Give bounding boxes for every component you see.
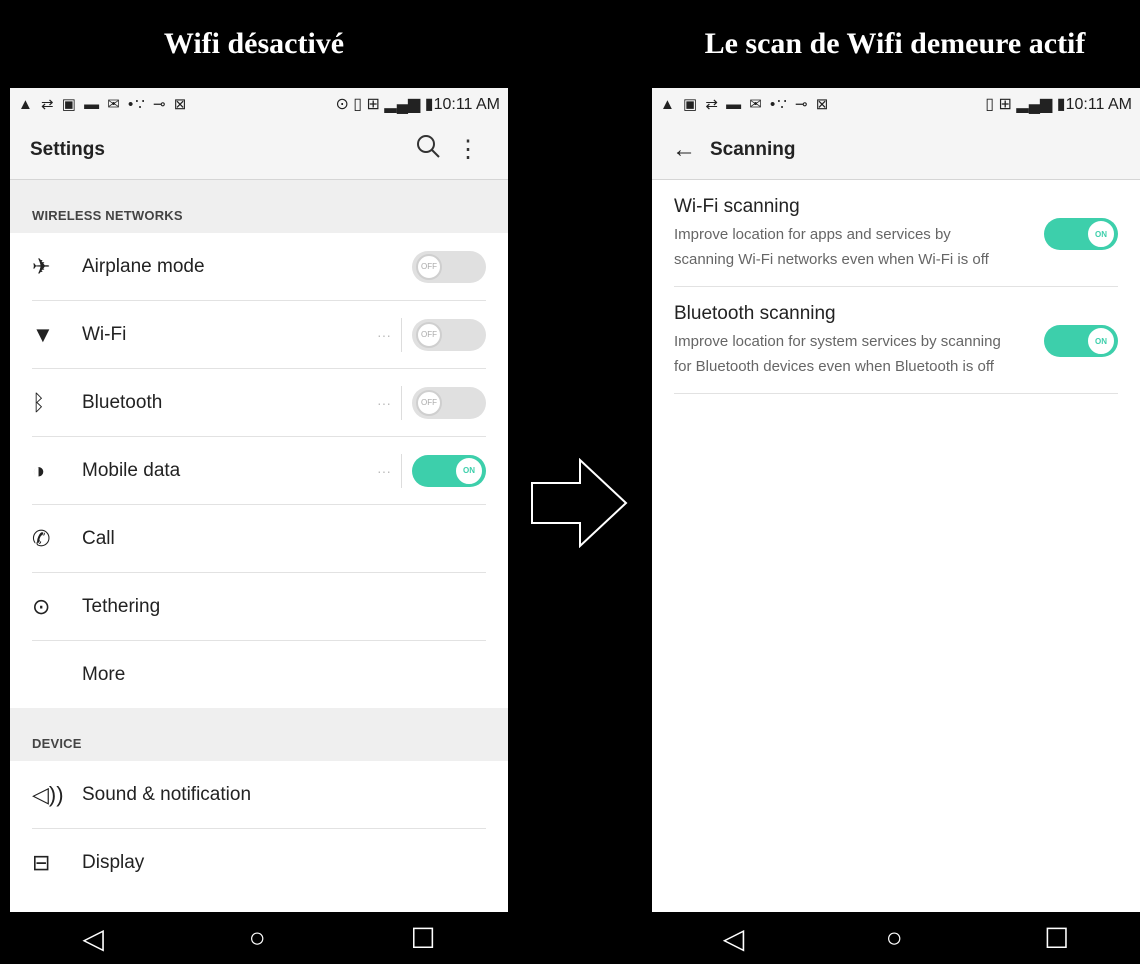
toggle-switch[interactable]: OFF <box>412 386 486 419</box>
settings-item-wi-fi[interactable]: ▼ Wi-Fi ··· OFF <box>32 301 486 369</box>
nav-back-icon[interactable]: ◁ <box>723 922 745 955</box>
settings-item-label: Wi-Fi <box>82 323 127 345</box>
status-bar: ▲ ▣ ⇄ ▬ ✉ •∵ ⊸ ⊠ ▯ ⊞ ▂▄▆ ▮10:11 AM <box>652 88 1140 120</box>
settings-item-airplane-mode[interactable]: ✈ Airplane mode OFF <box>32 233 486 301</box>
speaker-icon: ◁)) <box>32 781 64 807</box>
divider <box>401 317 402 352</box>
scan-item[interactable]: Bluetooth scanning Improve location for s… <box>674 287 1118 394</box>
scan-item-title: Wi-Fi scanning <box>674 196 800 217</box>
toggle-knob: ON <box>1088 328 1114 354</box>
phone-settings-screen: ▲ ⇄ ▣ ▬ ✉ •∵ ⊸ ⊠ ⊙ ▯ ⊞ ▂▄▆ ▮10:11 AM Set… <box>10 88 508 964</box>
settings-item-tethering[interactable]: ⊙ Tethering <box>32 573 486 641</box>
search-icon[interactable] <box>408 133 448 166</box>
more-options-icon[interactable]: ··· <box>367 395 401 411</box>
toggle-switch[interactable]: OFF <box>412 318 486 351</box>
more-vert-icon[interactable]: ⋮ <box>448 135 488 164</box>
settings-item-bluetooth[interactable]: ᛒ Bluetooth ··· OFF <box>32 369 486 437</box>
device-list: ◁)) Sound & notification ⊟ Display <box>10 761 508 896</box>
settings-item-call[interactable]: ✆ Call <box>32 505 486 573</box>
page-title: Scanning <box>710 138 796 160</box>
app-bar: Settings ⋮ <box>10 120 508 180</box>
display-icon: ⊟ <box>32 849 51 875</box>
settings-item-more[interactable]: More <box>32 641 486 708</box>
scan-item-text: Wi-Fi scanning Improve location for apps … <box>674 196 1032 272</box>
airplane-icon: ✈ <box>32 253 51 279</box>
toggle-switch[interactable]: ON <box>1044 218 1118 250</box>
toggle-switch[interactable]: ON <box>1044 325 1118 357</box>
toggle-knob: OFF <box>416 389 442 416</box>
divider <box>401 385 402 420</box>
toggle-knob: ON <box>1088 221 1114 247</box>
toggle-knob: ON <box>456 457 482 484</box>
toggle-knob: OFF <box>416 321 442 348</box>
scan-item[interactable]: Wi-Fi scanning Improve location for apps … <box>674 180 1118 287</box>
tethering-icon: ⊙ <box>32 593 51 619</box>
settings-item-label: Airplane mode <box>82 255 205 277</box>
status-icons: ▲ ▣ ⇄ ▬ ✉ •∵ ⊸ ⊠ <box>660 96 831 113</box>
phone-icon: ✆ <box>32 525 51 551</box>
settings-item-label: More <box>82 663 126 685</box>
settings-item-label: Tethering <box>82 595 161 617</box>
scan-list: Wi-Fi scanning Improve location for apps … <box>652 180 1140 394</box>
scan-item-title: Bluetooth scanning <box>674 303 836 324</box>
scan-item-description: Improve location for system services by … <box>674 333 1001 375</box>
wireless-list: ✈ Airplane mode OFF ▼ Wi-Fi ··· OFF ᛒ Bluetooth ·… <box>10 233 508 708</box>
mobile-data-icon: ◑ <box>32 457 46 483</box>
section-header-device: DEVICE <box>10 708 508 761</box>
more-options-icon[interactable]: ··· <box>367 327 401 343</box>
status-right: ⊙ ▯ ⊞ ▂▄▆ ▮10:11 AM <box>335 96 500 113</box>
more-options-icon[interactable]: ··· <box>367 463 401 479</box>
status-bar: ▲ ⇄ ▣ ▬ ✉ •∵ ⊸ ⊠ ⊙ ▯ ⊞ ▂▄▆ ▮10:11 AM <box>10 88 508 120</box>
toggle-switch[interactable]: ON <box>412 454 486 487</box>
page-title: Settings <box>30 138 105 160</box>
app-bar: ← Scanning <box>652 120 1140 180</box>
nav-home-icon[interactable]: ○ <box>249 922 266 954</box>
bluetooth-icon: ᛒ <box>32 389 46 415</box>
scan-item-text: Bluetooth scanning Improve location for s… <box>674 303 1032 379</box>
toggle-knob: OFF <box>416 253 442 280</box>
status-right: ▯ ⊞ ▂▄▆ ▮10:11 AM <box>985 96 1132 113</box>
nav-recents-icon[interactable]: ☐ <box>1044 922 1069 955</box>
phone-scanning-screen: ▲ ▣ ⇄ ▬ ✉ •∵ ⊸ ⊠ ▯ ⊞ ▂▄▆ ▮10:11 AM ← Sca… <box>652 88 1140 964</box>
caption-right: Le scan de Wifi demeure actif <box>650 0 1140 88</box>
scan-item-description: Improve location for apps and services b… <box>674 226 989 268</box>
settings-item-display[interactable]: ⊟ Display <box>32 829 486 896</box>
settings-item-label: Call <box>82 527 115 549</box>
nav-recents-icon[interactable]: ☐ <box>410 922 435 955</box>
nav-home-icon[interactable]: ○ <box>886 922 903 954</box>
nav-bar: ◁ ○ ☐ <box>652 912 1140 964</box>
wifi-icon: ▼ <box>32 321 54 347</box>
nav-bar: ◁ ○ ☐ <box>10 912 508 964</box>
right-arrow-icon <box>531 458 628 548</box>
settings-item-mobile-data[interactable]: ◑ Mobile data ··· ON <box>32 437 486 505</box>
divider <box>401 453 402 488</box>
settings-item-label: Display <box>82 851 145 873</box>
settings-item-label: Bluetooth <box>82 391 163 413</box>
nav-back-icon[interactable]: ◁ <box>82 922 104 955</box>
section-header-wireless: WIRELESS NETWORKS <box>10 180 508 233</box>
settings-item-label: Sound & notification <box>82 783 252 805</box>
status-icons: ▲ ⇄ ▣ ▬ ✉ •∵ ⊸ ⊠ <box>18 96 189 113</box>
caption-left: Wifi désactivé <box>0 0 508 88</box>
back-arrow-icon[interactable]: ← <box>672 136 696 164</box>
toggle-switch[interactable]: OFF <box>412 250 486 283</box>
settings-item-label: Mobile data <box>82 459 181 481</box>
settings-item-sound-notification[interactable]: ◁)) Sound & notification <box>32 761 486 829</box>
